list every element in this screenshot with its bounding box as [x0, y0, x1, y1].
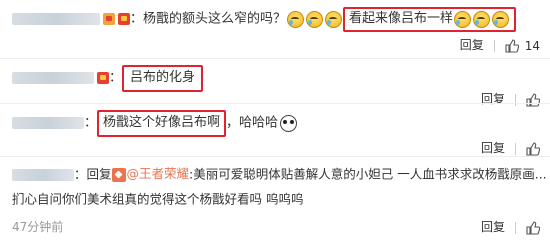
timestamp: 47分钟前 — [12, 220, 64, 234]
crying-laugh-emoji — [473, 10, 491, 28]
crying-laugh-emoji — [306, 10, 324, 28]
crying-laugh-emoji — [325, 10, 343, 28]
comment-3-text: ： — [84, 115, 98, 131]
action-divider — [515, 221, 516, 234]
thumbs-up-icon[interactable] — [526, 220, 540, 235]
comment-list: ：杨戬的额头这么窄的吗？ 看起来像吕布一样 回复 14 ： 吕布的化身 回复 ： 杨戬这… — [0, 0, 550, 244]
comment-1-text: ：杨戬的额头这么窄的吗？ — [130, 11, 287, 27]
username-blurred[interactable] — [12, 13, 100, 26]
panda-emoji — [280, 114, 298, 132]
comment-4-line1: :美丽可爱聪明体贴善解人意的小妲己 一人血书求求改杨戬原画... — [189, 166, 547, 182]
comment-2-text: ： — [109, 70, 123, 86]
comment-item-4: ：回复 @王者荣耀:美丽可爱聪明体贴善解人意的小妲己 一人血书求求改杨戬原画...… — [0, 157, 550, 244]
comment-4-line-1: ：回复 @王者荣耀:美丽可爱聪明体贴善解人意的小妲己 一人血书求求改杨戬原画... — [12, 165, 547, 184]
gift-badge-icon — [103, 13, 115, 26]
comment-4-line2: 扪心自问你们美术组真的觉得这个杨戬好看吗 呜呜呜 — [12, 191, 304, 207]
weibo-mention-icon — [111, 167, 126, 182]
vip-badge-icon — [97, 72, 109, 85]
comment-1-highlight: 看起来像吕布一样 — [349, 11, 454, 26]
comment-3-tail: ，哈哈哈 — [226, 115, 279, 131]
reply-button[interactable]: 回复 — [460, 38, 484, 52]
comment-3-actions: 回复 — [481, 139, 540, 156]
crying-laugh-emoji — [492, 10, 510, 28]
like-count: 14 — [524, 38, 540, 53]
action-divider — [493, 39, 495, 52]
reply-button[interactable]: 回复 — [481, 141, 505, 155]
comment-2-body: ： 吕布的化身 — [12, 65, 204, 92]
comment-1-body: ：杨戬的额头这么窄的吗？ 看起来像吕布一样 — [12, 7, 517, 32]
highlight-box: 看起来像吕布一样 — [343, 7, 517, 32]
comment-item-1: ：杨戬的额头这么窄的吗？ 看起来像吕布一样 回复 14 — [0, 0, 550, 58]
thumbs-up-icon[interactable] — [505, 38, 519, 53]
comment-2-highlight: 吕布的化身 — [130, 70, 196, 85]
comment-4-line-2: 扪心自问你们美术组真的觉得这个杨戬好看吗 呜呜呜 — [12, 190, 303, 209]
comment-3-body: ： 杨戬这个好像吕布啊 ，哈哈哈 — [12, 110, 298, 137]
thumbs-up-icon[interactable] — [526, 141, 540, 156]
crying-laugh-emoji — [287, 10, 305, 28]
action-divider — [515, 142, 516, 155]
comment-item-3: ： 杨戬这个好像吕布啊 ，哈哈哈 回复 — [0, 104, 550, 156]
comment-item-2: ：吕布的化身 回复 — [0, 59, 550, 107]
comment-4-actions: 回复 — [481, 218, 540, 235]
username-blurred[interactable] — [12, 117, 84, 130]
highlight-box: 吕布的化身 — [122, 65, 204, 92]
comment-4-prefix: ：回复 — [74, 166, 112, 182]
username-blurred[interactable] — [12, 72, 94, 85]
comment-3-highlight: 杨戬这个好像吕布啊 — [103, 115, 221, 130]
mention-link[interactable]: @王者荣耀 — [127, 166, 190, 181]
crying-laugh-emoji — [454, 10, 472, 28]
highlight-box: 杨戬这个好像吕布啊 — [97, 110, 227, 137]
vip-badge-icon — [118, 13, 130, 26]
username-blurred[interactable] — [12, 168, 74, 181]
comment-1-actions: 回复 14 — [460, 36, 540, 53]
reply-button[interactable]: 回复 — [481, 220, 505, 234]
